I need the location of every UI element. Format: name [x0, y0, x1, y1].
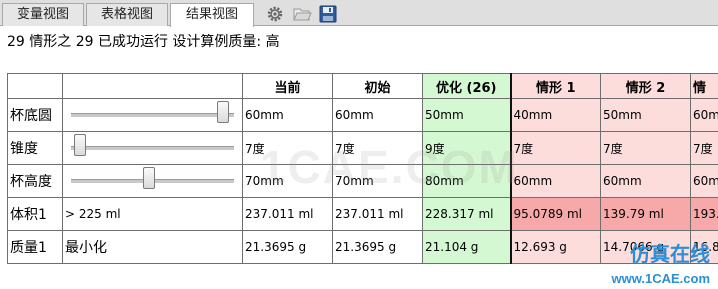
cell-current: 7度 — [242, 131, 333, 165]
col-header-current[interactable]: 当前 — [242, 73, 333, 99]
cell-initial: 7度 — [332, 131, 423, 165]
variable-slider[interactable] — [62, 131, 243, 165]
cell-scenario-3: 60mm — [690, 98, 718, 132]
tab-variable-view[interactable]: 变量视图 — [2, 3, 84, 26]
cell-scenario-2: 7度 — [600, 131, 691, 165]
col-header-scenario-3[interactable]: 情 — [690, 73, 718, 99]
cell-scenario-2: 50mm — [600, 98, 691, 132]
header-empty-1 — [7, 73, 63, 99]
slider-thumb[interactable] — [74, 134, 87, 156]
cell-initial: 237.011 ml — [332, 197, 423, 231]
variable-slider[interactable] — [62, 164, 243, 198]
slider-thumb[interactable] — [143, 167, 156, 189]
row-label: 体积1 — [7, 197, 63, 231]
col-header-optimized[interactable]: 优化 (26) — [422, 73, 511, 99]
cell-current: 21.3695 g — [242, 230, 333, 264]
variable-slider[interactable] — [62, 98, 243, 132]
cell-scenario-2: 14.7066 g — [600, 230, 691, 264]
slider-track[interactable] — [71, 146, 234, 150]
row-label: 锥度 — [7, 131, 63, 165]
cell-scenario-1: 95.0789 ml — [509, 197, 601, 231]
slider-thumb[interactable] — [217, 101, 230, 123]
row-label: 杯底圆 — [7, 98, 63, 132]
cell-initial: 21.3695 g — [332, 230, 423, 264]
table-row: 杯高度 70mm 70mm 80mm 60mm 60mm 60mm — [7, 164, 718, 198]
open-folder-icon[interactable] — [292, 4, 312, 24]
header-row: 当前 初始 优化 (26) 情形 1 情形 2 情 — [7, 73, 718, 99]
cell-initial: 60mm — [332, 98, 423, 132]
table-row: 体积1 > 225 ml 237.011 ml 237.011 ml 228.3… — [7, 197, 718, 231]
table-row: 杯底圆 60mm 60mm 50mm 40mm 50mm 60mm — [7, 98, 718, 132]
cell-current: 60mm — [242, 98, 333, 132]
cell-optimized: 21.104 g — [422, 230, 511, 264]
header-empty-2 — [62, 73, 243, 99]
col-header-scenario-1[interactable]: 情形 1 — [509, 73, 601, 99]
tab-results-view[interactable]: 结果视图 — [170, 3, 254, 27]
cell-optimized: 228.317 ml — [422, 197, 511, 231]
cell-scenario-1: 7度 — [509, 131, 601, 165]
cell-initial: 70mm — [332, 164, 423, 198]
slider-track[interactable] — [71, 113, 234, 117]
cell-scenario-3: 16.8 — [690, 230, 718, 264]
cell-scenario-3: 60mm — [690, 164, 718, 198]
tab-table-view[interactable]: 表格视图 — [86, 3, 168, 26]
tab-bar: 变量视图 表格视图 结果视图 — [0, 0, 718, 27]
cell-scenario-1: 40mm — [509, 98, 601, 132]
cell-current: 70mm — [242, 164, 333, 198]
col-header-initial[interactable]: 初始 — [332, 73, 423, 99]
save-icon[interactable] — [318, 4, 338, 24]
cell-optimized: 9度 — [422, 131, 511, 165]
col-header-scenario-2[interactable]: 情形 2 — [600, 73, 691, 99]
goal-cell[interactable]: 最小化 — [62, 230, 243, 264]
cell-optimized: 80mm — [422, 164, 511, 198]
cell-scenario-3: 193.1 — [690, 197, 718, 231]
table-row: 质量1 最小化 21.3695 g 21.3695 g 21.104 g 12.… — [7, 230, 718, 264]
cell-scenario-1: 12.693 g — [509, 230, 601, 264]
cell-scenario-1: 60mm — [509, 164, 601, 198]
cell-scenario-2: 139.79 ml — [600, 197, 691, 231]
results-table: 当前 初始 优化 (26) 情形 1 情形 2 情 杯底圆 60mm 60mm … — [7, 73, 718, 264]
row-label: 质量1 — [7, 230, 63, 264]
constraint-cell[interactable]: > 225 ml — [62, 197, 243, 231]
cell-current: 237.011 ml — [242, 197, 333, 231]
cell-scenario-3: 7度 — [690, 131, 718, 165]
table-row: 锥度 7度 7度 9度 7度 7度 7度 — [7, 131, 718, 165]
results-grid: 当前 初始 优化 (26) 情形 1 情形 2 情 杯底圆 60mm 60mm … — [0, 73, 718, 289]
cell-scenario-2: 60mm — [600, 164, 691, 198]
row-label: 杯高度 — [7, 164, 63, 198]
gear-icon[interactable] — [265, 4, 285, 24]
run-status-text: 29 情形之 29 已成功运行 设计算例质量: 高 — [7, 34, 280, 50]
cell-optimized: 50mm — [422, 98, 511, 132]
